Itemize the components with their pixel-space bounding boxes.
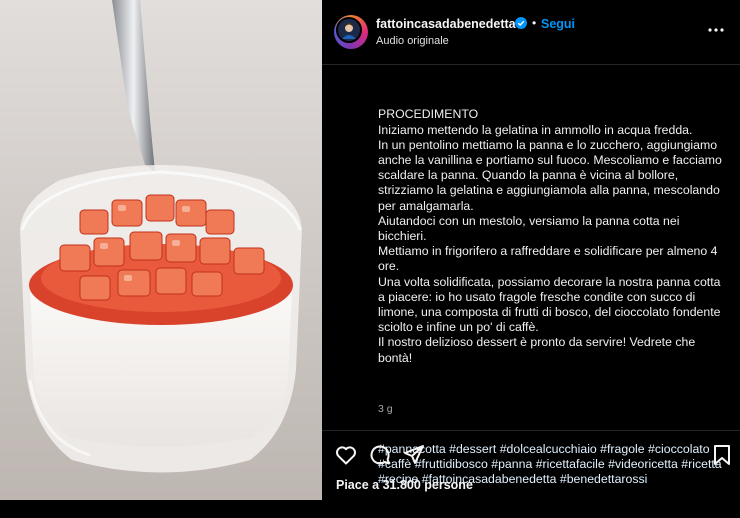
post-age[interactable]: 3 g xyxy=(378,403,393,415)
heart-icon[interactable] xyxy=(334,443,358,467)
post-image[interactable] xyxy=(0,0,322,500)
follow-button[interactable]: Segui xyxy=(541,17,575,31)
caption-text: PROCEDIMENTO Iniziamo mettendo la gelati… xyxy=(378,107,722,365)
comment-icon[interactable] xyxy=(368,443,392,467)
panna-cotta-photo xyxy=(0,0,322,500)
post-header: fattoincasadabenedetta • Segui Audio ori… xyxy=(322,0,740,65)
avatar[interactable] xyxy=(334,15,368,49)
more-options-icon[interactable] xyxy=(706,22,726,38)
avatar-image xyxy=(342,23,356,39)
separator-dot: • xyxy=(532,16,537,30)
post-actions: Piace a 31.800 persone xyxy=(322,430,740,501)
bookmark-icon[interactable] xyxy=(710,443,734,467)
username[interactable]: fattoincasadabenedetta xyxy=(376,17,516,31)
likes-count[interactable]: Piace a 31.800 persone xyxy=(336,478,473,492)
post-panel: fattoincasadabenedetta • Segui Audio ori… xyxy=(322,0,740,500)
audio-label[interactable]: Audio originale xyxy=(376,35,449,47)
verified-badge-icon xyxy=(515,17,527,29)
share-icon[interactable] xyxy=(402,443,426,467)
